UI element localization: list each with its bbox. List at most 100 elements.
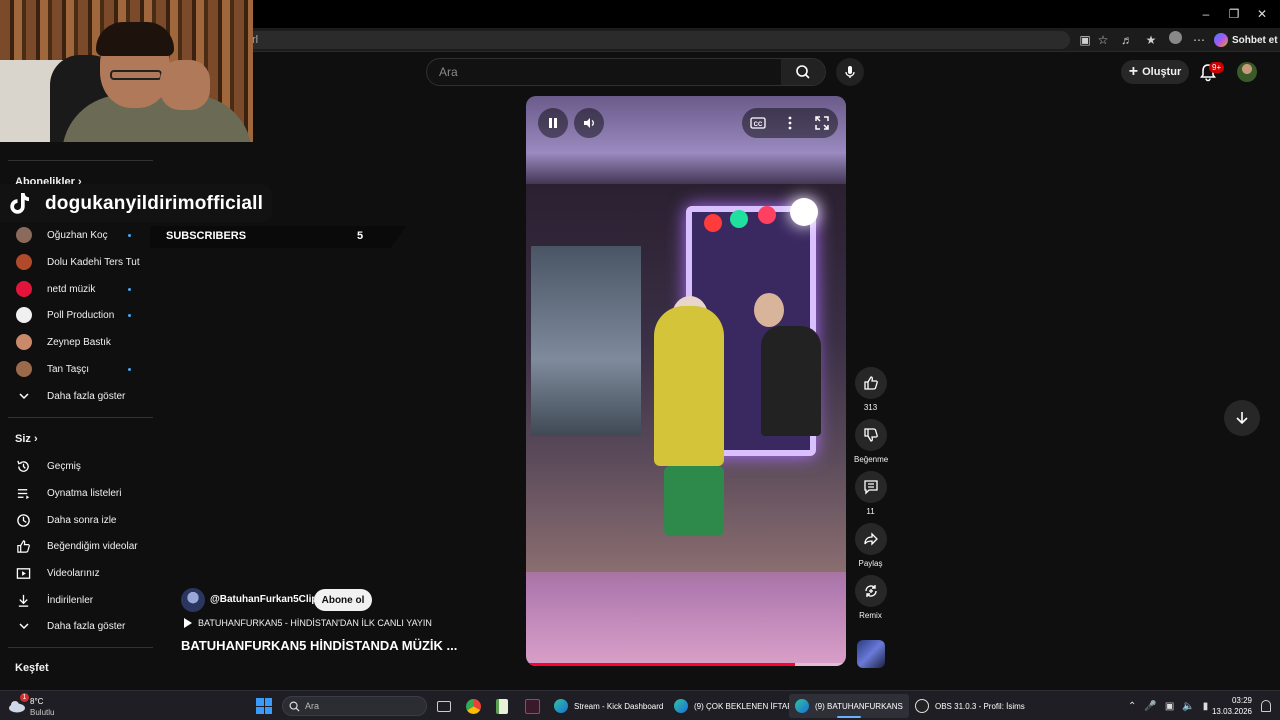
mic-tray-icon[interactable]: 🎤	[1144, 701, 1156, 712]
sidebar-item-channel[interactable]: netd müzik	[0, 277, 155, 301]
url-field[interactable]: rl	[240, 31, 1070, 49]
search-input[interactable]	[427, 59, 782, 85]
clock-time: 03:29	[1231, 696, 1252, 705]
taskbar-clock[interactable]: 03:29 13.03.2026	[1206, 695, 1252, 717]
window-title: Stream - Kick Dashboard	[574, 701, 664, 711]
search-icon	[289, 701, 300, 712]
start-button[interactable]	[256, 698, 272, 714]
next-video-button[interactable]	[1224, 400, 1260, 436]
channel-label: Oğuzhan Koç	[47, 229, 108, 241]
collections-icon[interactable]: ★	[1142, 31, 1160, 49]
chevron-down-icon	[15, 618, 32, 635]
chrome-icon[interactable]	[463, 696, 483, 716]
volume-button[interactable]	[574, 108, 604, 138]
channel-avatar	[15, 227, 32, 244]
channel-label: Tan Taşçı	[47, 363, 90, 375]
task-view-icon[interactable]	[434, 696, 454, 716]
kick-app-icon[interactable]	[522, 696, 542, 716]
notifications-center-icon[interactable]	[1256, 696, 1276, 716]
remix-label: Remix	[859, 611, 882, 620]
sound-thumbnail[interactable]	[857, 640, 885, 668]
taskbar-window[interactable]: OBS 31.0.3 - Profil: İsims	[909, 694, 1031, 718]
notification-badge: 9+	[1209, 62, 1225, 73]
sidebar-item-channel[interactable]: Oğuzhan Koç	[0, 223, 155, 247]
sidebar-item-channel[interactable]: Poll Production	[0, 303, 155, 327]
sidebar-show-more[interactable]: Daha fazla göster	[0, 384, 155, 408]
account-avatar[interactable]	[1237, 62, 1257, 82]
dislike-action[interactable]: Beğenme	[854, 419, 888, 464]
progress-track[interactable]	[526, 663, 846, 666]
taskbar-search[interactable]	[282, 696, 427, 716]
sidebar-item-history[interactable]: Geçmiş	[0, 454, 155, 478]
edge-icon	[554, 699, 568, 713]
short-video-player[interactable]: CC	[526, 96, 846, 666]
video-scene-stall	[531, 246, 641, 436]
pause-button[interactable]	[538, 108, 568, 138]
sidebar-item-downloads[interactable]: İndirilenler	[0, 588, 155, 612]
channel-avatar	[15, 361, 32, 378]
sidebar-divider	[8, 647, 153, 648]
video-scene-dancer	[754, 293, 784, 327]
show-more-label: Daha fazla göster	[47, 390, 126, 402]
create-button[interactable]: + Oluştur	[1121, 60, 1189, 84]
captions-icon[interactable]: CC	[748, 113, 768, 133]
sidebar-item-channel[interactable]: Dolu Kadehi Ters Tut	[0, 250, 155, 274]
taskbar-window[interactable]: Stream - Kick Dashboard	[548, 694, 669, 718]
subscribers-count: 5	[357, 230, 364, 242]
taskbar-search-input[interactable]	[305, 697, 420, 715]
copilot-chat-button[interactable]: Sohbet et	[1214, 31, 1278, 49]
channel-name[interactable]: @BatuhanFurkan5Clips	[210, 594, 323, 605]
sidebar-item-your-videos[interactable]: Videolarınız	[0, 561, 155, 585]
voice-search-button[interactable]	[836, 58, 864, 86]
share-action[interactable]: Paylaş	[854, 523, 887, 568]
comment-count: 11	[866, 507, 875, 516]
your-videos-icon	[15, 565, 32, 582]
channel-avatar	[15, 307, 32, 324]
split-screen-icon[interactable]: ▣	[1076, 31, 1094, 49]
new-content-dot	[128, 367, 131, 371]
sidebar-item-watch-later[interactable]: Daha sonra izle	[0, 508, 155, 532]
restore-icon[interactable]: ❐	[1224, 4, 1244, 24]
playlist-link[interactable]: BATUHANFURKAN5 - HİNDİSTAN'DAN İLK CANLI…	[183, 618, 432, 628]
favorite-star-icon[interactable]: ☆	[1094, 31, 1112, 49]
network-icon[interactable]: ▣	[1165, 701, 1174, 712]
progress-fill	[526, 663, 795, 666]
video-scene-dancer	[761, 326, 821, 436]
subscribers-label: SUBSCRIBERS	[166, 230, 247, 242]
fullscreen-icon[interactable]	[812, 113, 832, 133]
profile-icon[interactable]	[1166, 31, 1184, 49]
more-options-icon[interactable]	[780, 113, 800, 133]
sidebar-item-channel[interactable]: Zeynep Bastık	[0, 330, 155, 354]
close-icon[interactable]: ✕	[1252, 4, 1272, 24]
copilot-icon	[1214, 33, 1228, 47]
thumbs-up-icon	[863, 376, 878, 390]
you-heading[interactable]: Siz ›	[15, 433, 38, 445]
subscribe-button[interactable]: Abone ol	[314, 589, 372, 611]
notepad-icon[interactable]	[492, 696, 512, 716]
more-menu-icon[interactable]: ⋯	[1190, 31, 1208, 49]
tiktok-icon	[10, 193, 29, 214]
weather-widget[interactable]: 1 8°C Bulutlu	[8, 693, 78, 719]
tray-overflow-icon[interactable]: ⌃	[1128, 701, 1136, 712]
sidebar-show-more-2[interactable]: Daha fazla göster	[0, 614, 155, 638]
extensions-icon[interactable]: ♬	[1118, 31, 1136, 49]
video-scene-light	[704, 214, 722, 232]
comments-action[interactable]: 11	[854, 471, 887, 516]
sidebar-item-liked-videos[interactable]: Beğendiğim videolar	[0, 534, 155, 558]
watch-later-icon	[15, 512, 32, 529]
video-title[interactable]: BATUHANFURKAN5 HİNDİSTANDA MÜZİK ...	[181, 638, 457, 653]
channel-avatar[interactable]	[181, 588, 205, 612]
weather-status: Bulutlu	[30, 708, 55, 717]
like-action[interactable]: 313	[854, 367, 887, 412]
taskbar-window-active[interactable]: (9) BATUHANFURKANS	[789, 694, 909, 718]
minimize-icon[interactable]: –	[1196, 4, 1216, 24]
sidebar-item-channel[interactable]: Tan Taşçı	[0, 357, 155, 381]
window-title: OBS 31.0.3 - Profil: İsims	[935, 701, 1025, 711]
window-title: (9) ÇOK BEKLENEN İFTAR	[694, 701, 793, 711]
sidebar-item-playlists[interactable]: Oynatma listeleri	[0, 481, 155, 505]
taskbar-window[interactable]: (9) ÇOK BEKLENEN İFTAR	[668, 694, 799, 718]
speaker-icon[interactable]: 🔈	[1182, 701, 1194, 712]
search-button[interactable]	[781, 59, 825, 85]
weather-temp: 8°C	[30, 697, 44, 706]
remix-action[interactable]: Remix	[854, 575, 887, 620]
